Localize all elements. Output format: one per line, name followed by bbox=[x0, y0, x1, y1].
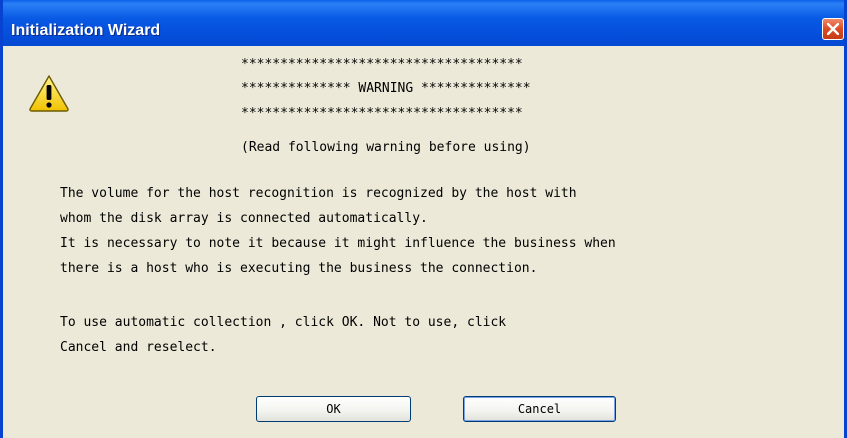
stars-line-bottom: ************************************ bbox=[241, 106, 523, 121]
cancel-button[interactable]: Cancel bbox=[463, 396, 616, 422]
close-x-icon bbox=[827, 23, 839, 35]
dialog-window: Initialization Wizard ******************… bbox=[0, 0, 847, 438]
message-line: Cancel and reselect. bbox=[60, 340, 217, 355]
stars-line-top: ************************************ bbox=[241, 57, 523, 72]
message-line: It is necessary to note it because it mi… bbox=[60, 236, 616, 251]
warning-banner: ************** WARNING ************** bbox=[241, 81, 531, 96]
message-line: To use automatic collection , click OK. … bbox=[60, 315, 507, 330]
warning-triangle-icon bbox=[28, 73, 70, 118]
title-bar[interactable]: Initialization Wizard bbox=[3, 0, 844, 46]
message-line: whom the disk array is connected automat… bbox=[60, 211, 428, 226]
message-line: there is a host who is executing the bus… bbox=[60, 261, 538, 276]
window-title: Initialization Wizard bbox=[11, 22, 161, 39]
ok-button[interactable]: OK bbox=[256, 396, 411, 422]
warning-note: (Read following warning before using) bbox=[241, 140, 531, 155]
close-button[interactable] bbox=[822, 18, 844, 40]
message-line: The volume for the host recognition is r… bbox=[60, 186, 577, 201]
